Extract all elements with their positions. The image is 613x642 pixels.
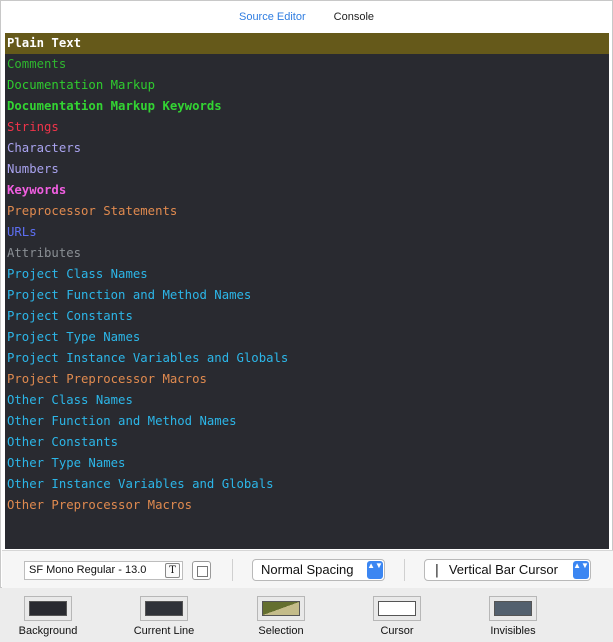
syntax-item[interactable]: Project Type Names	[5, 327, 609, 348]
color-swatches: Background Current Line Selection Cursor…	[0, 590, 613, 642]
syntax-item[interactable]: Other Instance Variables and Globals	[5, 474, 609, 495]
tab-console[interactable]: Console	[320, 11, 388, 23]
syntax-item[interactable]: Project Instance Variables and Globals	[5, 348, 609, 369]
syntax-item[interactable]: Characters	[5, 138, 609, 159]
apply-all-checkbox[interactable]	[192, 561, 211, 580]
theme-editor-panel: Source Editor Console Plain Text Comments…	[0, 0, 613, 588]
swatch-label: Current Line	[133, 625, 195, 637]
swatch-cursor[interactable]: Cursor	[342, 596, 452, 642]
tab-source-editor[interactable]: Source Editor	[225, 11, 320, 23]
swatch-label: Background	[18, 625, 78, 637]
font-field-value: SF Mono Regular - 13.0	[29, 564, 147, 576]
syntax-color-list[interactable]: Plain Text Comments Documentation Markup Do…	[5, 33, 609, 549]
cursor-color-well[interactable]	[378, 601, 416, 616]
background-color-well[interactable]	[29, 601, 67, 616]
syntax-item[interactable]: Other Function and Method Names	[5, 411, 609, 432]
syntax-item[interactable]: Plain Text	[5, 33, 609, 54]
swatch-label: Invisibles	[490, 625, 536, 637]
syntax-item[interactable]: Other Constants	[5, 432, 609, 453]
syntax-item[interactable]: Other Class Names	[5, 390, 609, 411]
swatch-label: Selection	[258, 625, 304, 637]
syntax-item[interactable]: URLs	[5, 222, 609, 243]
font-field[interactable]: SF Mono Regular - 13.0 T	[24, 561, 183, 580]
syntax-item[interactable]: Project Class Names	[5, 264, 609, 285]
syntax-item[interactable]: Documentation Markup	[5, 75, 609, 96]
syntax-item[interactable]: Project Constants	[5, 306, 609, 327]
spacing-popup[interactable]: Normal Spacing ▲▼	[252, 559, 385, 581]
cursor-glyph-icon: |	[433, 563, 441, 578]
syntax-item[interactable]: Numbers	[5, 159, 609, 180]
syntax-item[interactable]: Project Function and Method Names	[5, 285, 609, 306]
syntax-item[interactable]: Keywords	[5, 180, 609, 201]
syntax-item[interactable]: Strings	[5, 117, 609, 138]
current-line-color-well[interactable]	[145, 601, 183, 616]
swatch-background[interactable]: Background	[0, 596, 103, 642]
syntax-item[interactable]: Documentation Markup Keywords	[5, 96, 609, 117]
cursor-popup-value: Vertical Bar Cursor	[448, 562, 558, 577]
divider	[404, 559, 405, 581]
syntax-item[interactable]: Other Type Names	[5, 453, 609, 474]
divider	[232, 559, 233, 581]
syntax-item[interactable]: Other Preprocessor Macros	[5, 495, 609, 516]
invisibles-color-well[interactable]	[494, 601, 532, 616]
chevron-updown-icon: ▲▼	[573, 561, 589, 579]
swatch-label: Cursor	[380, 625, 414, 637]
swatch-selection[interactable]: Selection	[226, 596, 336, 642]
editor-options-bar: SF Mono Regular - 13.0 T Normal Spacing …	[2, 550, 613, 588]
spacing-popup-value: Normal Spacing	[261, 562, 354, 577]
syntax-item[interactable]: Attributes	[5, 243, 609, 264]
syntax-item[interactable]: Comments	[5, 54, 609, 75]
swatch-current-line[interactable]: Current Line	[109, 596, 219, 642]
cursor-popup[interactable]: | Vertical Bar Cursor ▲▼	[424, 559, 591, 581]
swatch-invisibles[interactable]: Invisibles	[458, 596, 568, 642]
syntax-item[interactable]: Preprocessor Statements	[5, 201, 609, 222]
tab-bar: Source Editor Console	[1, 1, 612, 33]
syntax-item[interactable]: Project Preprocessor Macros	[5, 369, 609, 390]
selection-color-well[interactable]	[262, 601, 300, 616]
chevron-updown-icon: ▲▼	[367, 561, 383, 579]
font-picker-icon[interactable]: T	[165, 563, 180, 578]
